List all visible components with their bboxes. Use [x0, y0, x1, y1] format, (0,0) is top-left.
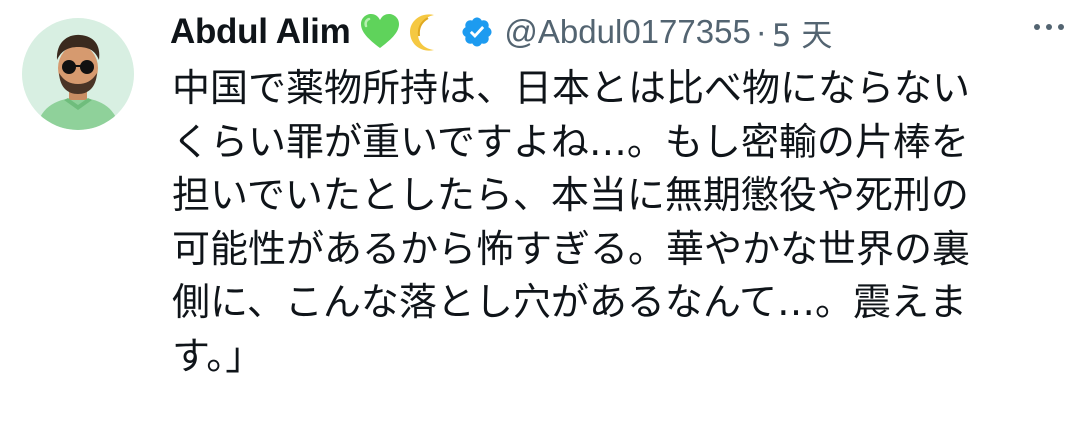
header-separator: · — [755, 13, 767, 50]
crescent-moon-icon — [406, 12, 446, 52]
more-dot — [1034, 24, 1040, 30]
tweet-text: 中国で薬物所持は、日本とは比べ物にならない くらい罪が重いですよね…。もし密輸の… — [172, 62, 1052, 383]
more-dot — [1058, 24, 1064, 30]
green-heart-icon — [360, 14, 400, 50]
tweet-text-line: 中国で薬物所持は、日本とは比べ物にならない — [172, 66, 971, 110]
verified-badge-icon[interactable] — [460, 15, 494, 49]
tweet-text-line: 担いでいたとしたら、本当に無期懲役や死刑の — [172, 173, 969, 217]
more-dot — [1046, 24, 1052, 30]
avatar[interactable] — [22, 18, 134, 130]
tweet-timestamp[interactable]: 5 天 — [772, 10, 833, 55]
tweet[interactable]: Abdul Alim @Abdul0177355 · 5 天 中国で薬物所持は、… — [0, 0, 1080, 422]
tweet-text-line: 側に、こんな落とし穴があるなんて…。震えま — [172, 280, 967, 324]
tweet-header: Abdul Alim @Abdul0177355 · 5 天 — [170, 6, 1060, 58]
tweet-text-line: 可能性があるから怖すぎる。華やかな世界の裏 — [172, 226, 971, 271]
author-handle[interactable]: @Abdul0177355 — [504, 13, 750, 51]
tweet-text-line: す。」 — [172, 333, 264, 378]
more-options-icon[interactable] — [1034, 24, 1064, 30]
tweet-text-line: くらい罪が重いですよね…。もし密輸の片棒を — [172, 119, 969, 164]
author-name[interactable]: Abdul Alim — [170, 12, 351, 52]
